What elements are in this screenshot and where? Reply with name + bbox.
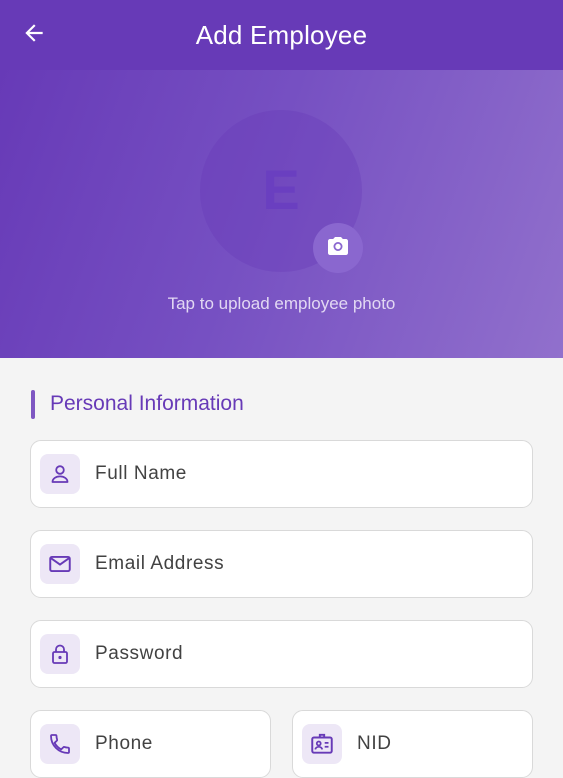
phone-field[interactable]: Phone <box>30 710 271 778</box>
avatar-initial: E <box>262 157 300 221</box>
page-title: Add Employee <box>195 19 368 50</box>
id-card-icon <box>302 724 342 764</box>
arrow-left-icon <box>21 20 47 51</box>
phone-placeholder: Phone <box>95 733 153 754</box>
password-placeholder: Password <box>95 643 184 664</box>
nid-placeholder: NID <box>357 733 392 754</box>
phone-icon <box>40 724 80 764</box>
email-field[interactable]: Email Address <box>30 530 533 598</box>
camera-icon <box>326 234 350 263</box>
full-name-field[interactable]: Full Name <box>30 440 533 508</box>
app-bar: Add Employee <box>0 0 563 70</box>
section-title: Personal Information <box>50 392 244 415</box>
photo-upload-header: E Tap to upload employee photo <box>0 70 563 358</box>
mail-icon <box>40 544 80 584</box>
back-button[interactable] <box>20 21 48 49</box>
full-name-placeholder: Full Name <box>95 463 187 484</box>
person-icon <box>40 454 80 494</box>
email-placeholder: Email Address <box>95 553 225 574</box>
upload-photo-button[interactable] <box>313 223 363 273</box>
personal-information-section-header: Personal Information <box>31 389 244 419</box>
nid-field[interactable]: NID <box>292 710 533 778</box>
password-field[interactable]: Password <box>30 620 533 688</box>
upload-photo-hint: Tap to upload employee photo <box>167 294 396 313</box>
section-accent-bar <box>31 389 35 419</box>
lock-icon <box>40 634 80 674</box>
